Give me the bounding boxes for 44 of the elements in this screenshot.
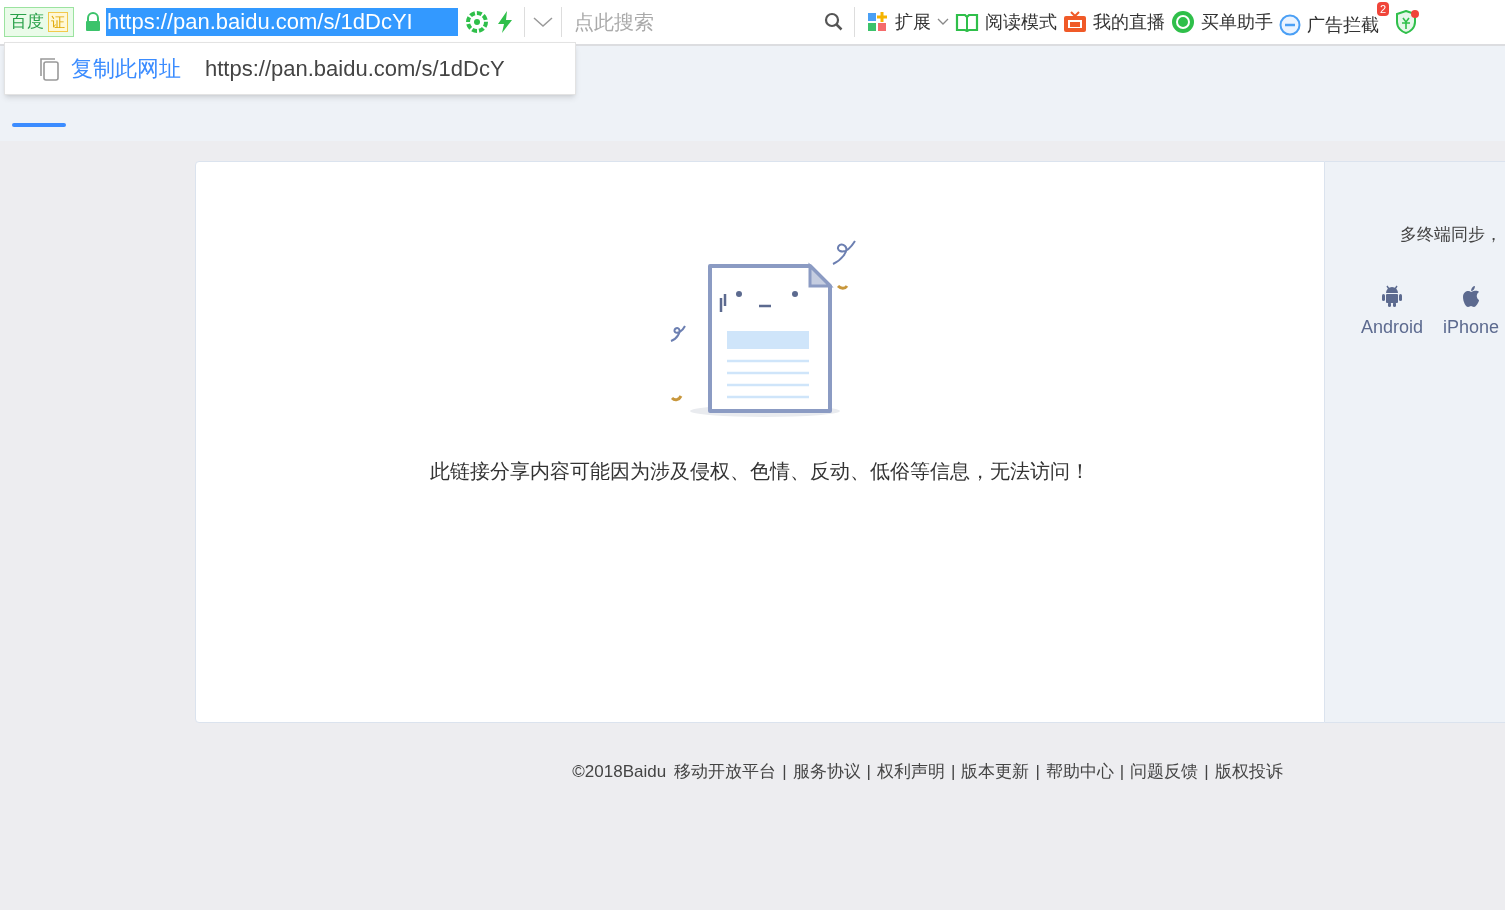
footer-link[interactable]: 帮助中心: [1045, 759, 1114, 785]
dropdown-icon[interactable]: [533, 16, 553, 28]
separator: |: [866, 761, 871, 783]
search-field[interactable]: 点此搜索: [574, 7, 824, 37]
book-icon: [955, 12, 979, 32]
search-icon[interactable]: [824, 12, 844, 32]
caret-icon: [937, 18, 949, 26]
separator: |: [1204, 761, 1209, 783]
footer-link[interactable]: 版本更新: [961, 759, 1030, 785]
block-icon: [1279, 14, 1301, 36]
site-name: 百度: [10, 11, 44, 34]
extensions-icon: [867, 11, 889, 33]
tv-icon: [1063, 11, 1087, 33]
footer-link[interactable]: 版权投诉: [1214, 759, 1283, 785]
toolbar-item[interactable]: 扩展: [867, 8, 949, 36]
lightning-icon[interactable]: [496, 10, 514, 34]
toolbar-item[interactable]: 广告拦截 2: [1279, 1, 1389, 43]
separator: |: [782, 761, 787, 783]
helper-icon: [1171, 10, 1195, 34]
error-message: 此链接分享内容可能因为涉及侵权、色情、反动、低俗等信息，无法访问！: [430, 459, 1090, 484]
toolbar-item[interactable]: 我的直播: [1063, 8, 1165, 36]
shield-icon: [1395, 10, 1421, 34]
app-download-link[interactable]: Android: [1360, 283, 1423, 341]
separator: |: [951, 761, 956, 783]
separator: |: [1035, 761, 1040, 783]
footer-link[interactable]: 服务协议: [792, 759, 861, 785]
footer-link[interactable]: 问题反馈: [1130, 759, 1199, 785]
aperture-icon[interactable]: [466, 11, 488, 33]
notification-badge: 2: [1376, 1, 1389, 16]
copy-icon[interactable]: [37, 55, 61, 82]
sync-title: 多终端同步，: [1400, 224, 1503, 246]
tab-underline: [12, 123, 66, 127]
toolbar-item[interactable]: [1395, 10, 1421, 34]
lock-icon: [84, 12, 102, 32]
toolbar-item[interactable]: 买单助手: [1171, 8, 1273, 36]
copyright: ©2018Baidu: [572, 761, 667, 783]
app-download-link[interactable]: iPhone: [1442, 283, 1499, 341]
separator: |: [1119, 761, 1125, 783]
cert-badge: 证: [48, 12, 68, 32]
popup-url: https://pan.baidu.com/s/1dDcY: [205, 55, 505, 83]
footer-link[interactable]: 移动开放平台: [674, 759, 777, 785]
android-icon: [1380, 283, 1403, 308]
toolbar-item[interactable]: 阅读模式: [955, 8, 1057, 36]
footer-link[interactable]: 权利声明: [877, 759, 945, 785]
